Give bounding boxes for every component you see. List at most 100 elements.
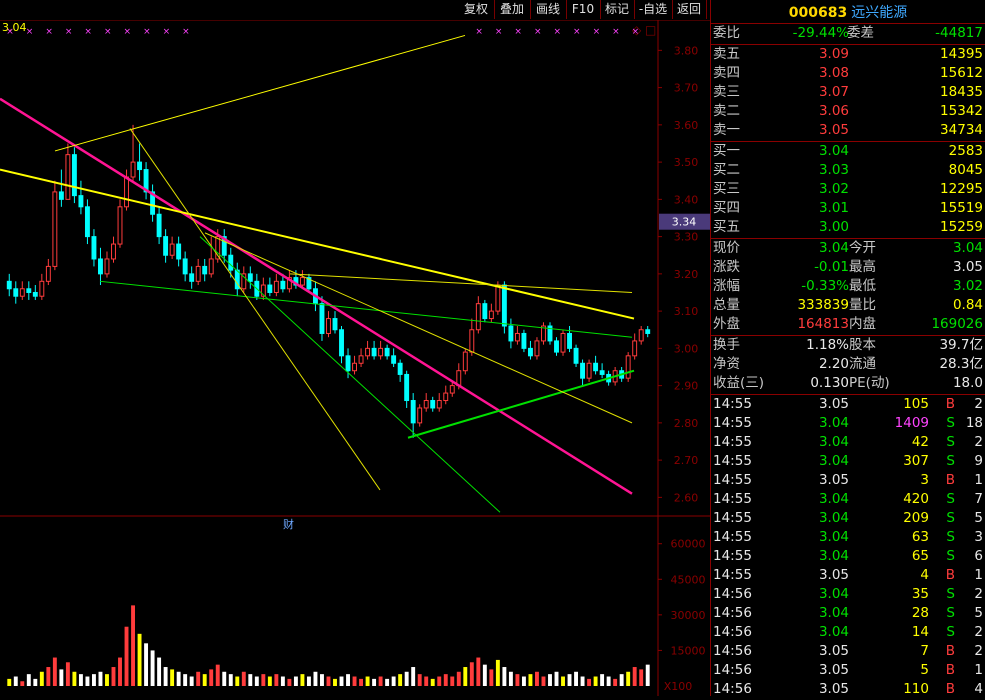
signal-marker: × [45, 27, 53, 37]
signal-marker: × [632, 27, 640, 37]
volume-bar [111, 667, 116, 686]
volume-bar [320, 674, 324, 686]
fan-line-3[interactable] [204, 232, 633, 424]
resistance-line[interactable] [289, 273, 633, 293]
financial-report-marker[interactable]: 财 [283, 517, 294, 531]
candle-body [19, 288, 25, 297]
tick-volume: 63 [911, 529, 929, 545]
bid-row: 买五 3.00 15259 [711, 218, 985, 236]
toolbar: 复权 叠加 画线 F10 标记 -自选 返回 [0, 0, 710, 20]
channel-upper-line[interactable] [54, 34, 466, 152]
candle-body [319, 303, 325, 334]
tick-price: 3.04 [818, 453, 849, 469]
volume-bar [476, 657, 481, 686]
tick-row: 14:55 3.05 105 B 2 [711, 395, 985, 413]
volume-bar [176, 671, 181, 686]
kline-chart-svg[interactable]: 3.80 3.70 3.60 3.50 3.40 3.30 3.20 3.10 3.00 2.90… [0, 19, 710, 696]
tick-side: B [945, 472, 955, 488]
tick-price: 3.04 [818, 529, 849, 545]
volume-bar [248, 674, 253, 686]
volume-bar [91, 674, 96, 686]
volume-bar [613, 678, 618, 686]
candle-body [98, 258, 103, 275]
volume-bar [574, 671, 579, 686]
volume-bar [274, 674, 279, 686]
tick-row: 14:56 3.04 35 S 2 [711, 585, 985, 603]
f10-button[interactable]: F10 [566, 0, 601, 19]
tick-volume: 5 [920, 662, 929, 678]
tick-count: 2 [974, 434, 983, 450]
overlay-button[interactable]: 叠加 [494, 0, 531, 19]
back-button[interactable]: 返回 [672, 0, 707, 19]
volume-bar [137, 633, 142, 686]
candle-body [65, 154, 71, 200]
stat-label: 总量 [713, 297, 740, 313]
candle-body [45, 265, 51, 282]
volume-bar [365, 676, 370, 686]
stat-value: 164813 [797, 316, 849, 332]
bid-label: 买一 [713, 143, 740, 159]
signal-marker: × [475, 27, 483, 37]
candle-body [488, 310, 494, 320]
fan-line-1[interactable] [129, 128, 381, 491]
stat-label: 量比 [849, 297, 876, 313]
stat-label: 最低 [849, 278, 876, 294]
bid-label: 买二 [713, 162, 740, 178]
signal-marker: × [593, 27, 601, 37]
volume-bar [124, 626, 129, 686]
signal-marker: × [573, 27, 581, 37]
candle-body [137, 161, 143, 171]
volume-bar [144, 643, 149, 686]
candle-body [39, 280, 45, 297]
candle-body [475, 303, 481, 331]
kline-chart[interactable]: 3.80 3.70 3.60 3.50 3.40 3.30 3.20 3.10 3.00 2.90… [0, 19, 710, 696]
volume-bar [306, 676, 311, 686]
fin-value: 28.3亿 [939, 356, 983, 372]
remove-watchlist-button[interactable]: -自选 [634, 0, 673, 19]
candle-body [124, 176, 129, 208]
ask-price: 3.09 [818, 46, 849, 62]
candle-body [378, 347, 384, 357]
volume-tick-label: 15000 [671, 644, 706, 657]
ask-price: 3.07 [818, 84, 849, 100]
tick-side: S [946, 529, 955, 545]
tick-volume: 65 [911, 548, 929, 564]
tick-volume: 420 [903, 491, 929, 507]
tick-count: 18 [965, 415, 983, 431]
draw-line-button[interactable]: 画线 [530, 0, 567, 19]
fin-value: 1.18% [806, 337, 849, 353]
stat-row: 涨跌 -0.01 最高 3.05 [711, 258, 985, 276]
stat-value: -0.01 [814, 259, 849, 275]
volume-bar [228, 674, 233, 686]
volume-bar [456, 671, 461, 686]
tick-price: 3.04 [818, 548, 849, 564]
stat-label: 外盘 [713, 316, 740, 332]
tick-time: 14:56 [713, 624, 752, 640]
signal-marker: × [163, 27, 171, 37]
bid-row: 买三 3.02 12295 [711, 180, 985, 198]
candle-body [423, 400, 429, 409]
candle-body [599, 370, 605, 375]
volume-bar [163, 667, 168, 686]
ask-row: 卖四 3.08 15612 [711, 64, 985, 82]
mark-button[interactable]: 标记 [600, 0, 635, 19]
volume-bar [280, 676, 285, 686]
webi-row: 委比 -29.44% 委差 -44817 [711, 24, 985, 42]
square-icon[interactable]: □ [645, 23, 656, 37]
candle-body [32, 291, 38, 297]
restore-rights-button[interactable]: 复权 [458, 0, 495, 19]
volume-bar [645, 664, 650, 686]
rising-support-line[interactable] [407, 369, 635, 439]
ask-label: 卖一 [713, 122, 740, 138]
volume-bar [215, 664, 220, 686]
tick-price: 3.04 [818, 415, 849, 431]
tick-volume: 28 [911, 605, 929, 621]
fin-row: 净资 2.20 流通 28.3亿 [711, 355, 985, 373]
candle-body [482, 303, 488, 320]
tick-count: 7 [974, 491, 983, 507]
fin-label: 换手 [713, 337, 740, 353]
fan-line-2[interactable] [199, 236, 501, 513]
price-tick-label: 3.70 [674, 82, 699, 95]
fin-label: 流通 [849, 356, 876, 372]
ask-volume: 15612 [940, 65, 983, 81]
